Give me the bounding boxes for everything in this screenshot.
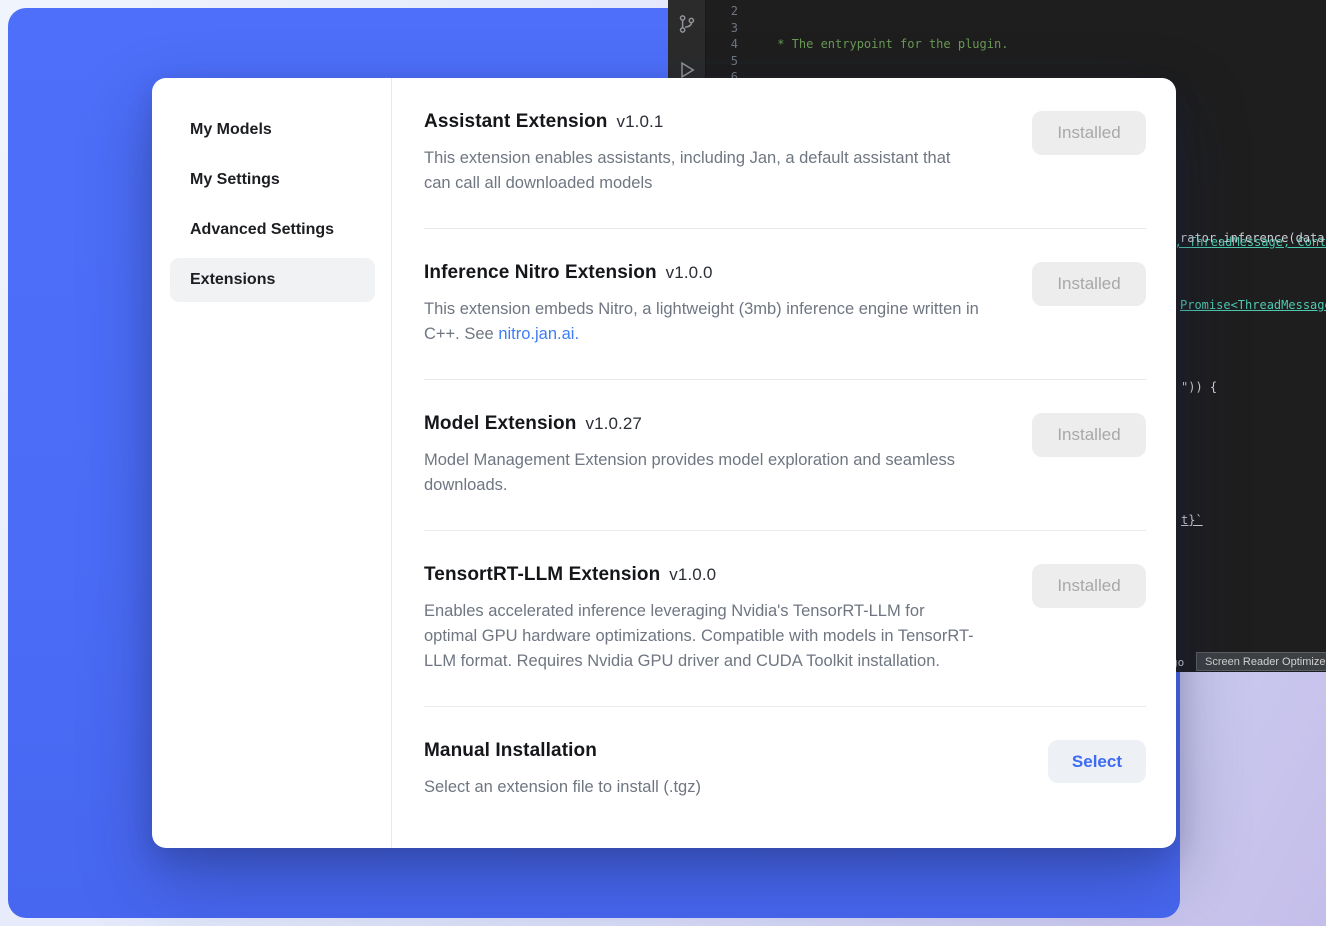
screen-reader-notice[interactable]: Screen Reader Optimize [1196,652,1326,671]
extension-version: v1.0.0 [666,263,713,282]
code-fragment: t}` [1181,512,1203,528]
settings-sidebar: My Models My Settings Advanced Settings … [152,78,392,848]
select-button[interactable]: Select [1048,740,1146,783]
extension-row-tensorrt-llm: TensortRT-LLM Extension v1.0.0 Enables ac… [424,531,1146,707]
extension-version: v1.0.1 [617,112,664,131]
installed-button[interactable]: Installed [1032,564,1146,608]
source-control-icon[interactable] [677,14,697,34]
extension-description: This extension enables assistants, inclu… [424,146,980,196]
extension-version: v1.0.27 [585,414,641,433]
extension-info: Model Extension v1.0.27 Model Management … [424,413,1004,498]
extension-name: Inference Nitro Extension v1.0.0 [424,262,980,284]
settings-modal: My Models My Settings Advanced Settings … [152,78,1176,848]
manual-installation-title: Manual Installation [424,740,701,762]
extension-title-text: TensortRT-LLM Extension [424,564,660,585]
manual-installation-description: Select an extension file to install (.tg… [424,775,701,800]
installed-button[interactable]: Installed [1032,111,1146,155]
code-fragment: Promise<ThreadMessage> [1180,297,1326,313]
extension-title-text: Model Extension [424,413,576,434]
extension-info: Assistant Extension v1.0.1 This extension… [424,111,1004,196]
manual-installation-row: Manual Installation Select an extension … [424,707,1146,832]
sidebar-item-advanced-settings[interactable]: Advanced Settings [170,208,375,252]
extension-title-text: Inference Nitro Extension [424,262,657,283]
extension-description: This extension embeds Nitro, a lightweig… [424,297,980,347]
extensions-list: Assistant Extension v1.0.1 This extension… [392,78,1176,848]
extension-description: Enables accelerated inference leveraging… [424,599,980,674]
extension-version: v1.0.0 [669,565,716,584]
manual-title-text: Manual Installation [424,740,597,761]
line-number: 3 [718,20,738,37]
extension-description: Model Management Extension provides mode… [424,448,980,498]
code-line-comment: * The entrypoint for the plugin. [770,36,1326,53]
code-fragment: rator.inference(data)); [1180,230,1326,246]
extension-row-inference-nitro: Inference Nitro Extension v1.0.0 This ext… [424,229,1146,380]
extension-row-model: Model Extension v1.0.27 Model Management … [424,380,1146,531]
line-number: 2 [718,3,738,20]
nitro-jan-ai-link[interactable]: nitro.jan.ai. [498,325,579,343]
line-number: 5 [718,53,738,70]
line-number: 4 [718,36,738,53]
sidebar-item-my-models[interactable]: My Models [170,108,375,152]
extension-title-text: Assistant Extension [424,111,608,132]
code-fragment: ")) { [1181,379,1217,395]
editor-line-numbers: 2 3 4 5 6 [718,3,738,86]
extension-name: TensortRT-LLM Extension v1.0.0 [424,564,980,586]
extension-name: Assistant Extension v1.0.1 [424,111,980,133]
installed-button[interactable]: Installed [1032,413,1146,457]
extension-row-assistant: Assistant Extension v1.0.1 This extension… [424,78,1146,229]
sidebar-item-my-settings[interactable]: My Settings [170,158,375,202]
run-debug-icon[interactable] [677,60,697,80]
installed-button[interactable]: Installed [1032,262,1146,306]
manual-installation-info: Manual Installation Select an extension … [424,740,725,800]
extension-info: Inference Nitro Extension v1.0.0 This ext… [424,262,1004,347]
extension-name: Model Extension v1.0.27 [424,413,980,435]
extension-info: TensortRT-LLM Extension v1.0.0 Enables ac… [424,564,1004,674]
sidebar-item-extensions[interactable]: Extensions [170,258,375,302]
